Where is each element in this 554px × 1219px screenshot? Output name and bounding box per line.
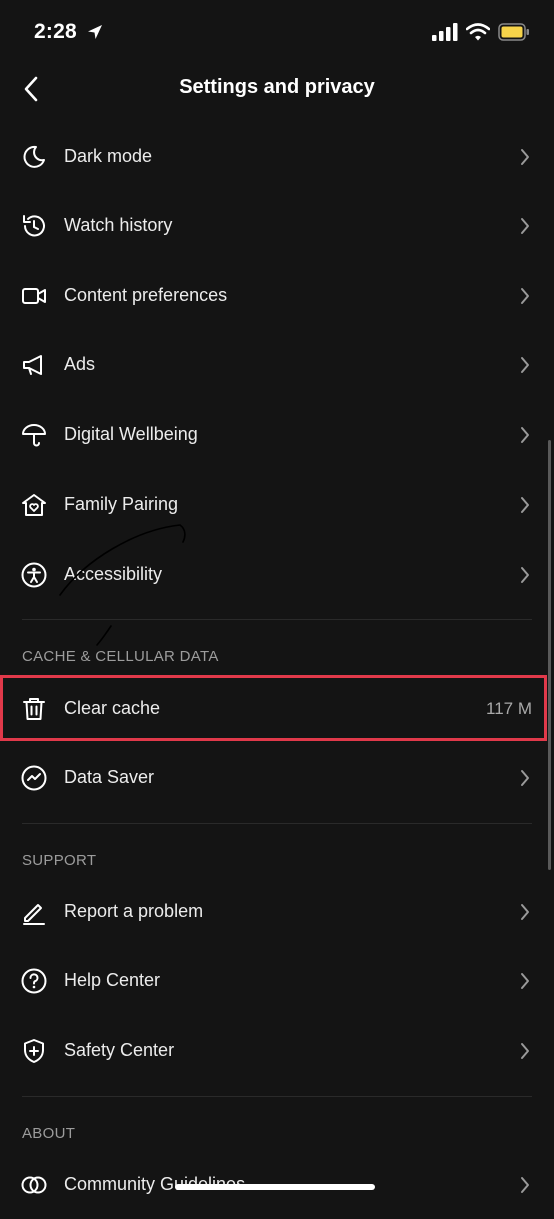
- row-data-saver[interactable]: Data Saver: [0, 743, 554, 812]
- chevron-right-icon: [520, 566, 530, 584]
- chevron-right-icon: [520, 972, 530, 990]
- status-icons: [432, 23, 530, 41]
- accessibility-icon: [21, 562, 47, 588]
- home-indicator[interactable]: [175, 1184, 375, 1190]
- chevron-right-icon: [520, 287, 530, 305]
- house-heart-icon: [21, 492, 47, 518]
- row-label: Ads: [64, 354, 96, 374]
- row-ads[interactable]: Ads: [0, 330, 554, 399]
- chevron-right-icon: [520, 903, 530, 921]
- chevron-right-icon: [520, 1176, 530, 1194]
- umbrella-icon: [21, 422, 47, 448]
- status-time: 2:28: [34, 20, 77, 43]
- chevron-right-icon: [520, 496, 530, 514]
- chevron-right-icon: [520, 356, 530, 374]
- moon-icon: [21, 144, 47, 170]
- row-label: Clear cache: [64, 698, 161, 718]
- scrollbar[interactable]: [548, 440, 551, 870]
- section-header-cache: CACHE & CELLULAR DATA: [22, 648, 219, 665]
- row-safety-center[interactable]: Safety Center: [0, 1016, 554, 1085]
- row-label: Accessibility: [64, 564, 163, 584]
- data-saver-icon: [21, 765, 47, 791]
- divider: [22, 823, 532, 824]
- divider: [22, 1096, 532, 1097]
- row-accessibility[interactable]: Accessibility: [0, 540, 554, 609]
- chevron-right-icon: [520, 769, 530, 787]
- chevron-right-icon: [520, 217, 530, 235]
- row-report-a-problem[interactable]: Report a problem: [0, 877, 554, 946]
- section-header-support: SUPPORT: [22, 852, 97, 869]
- history-icon: [21, 213, 47, 239]
- location-arrow-icon: [86, 23, 104, 41]
- chevron-right-icon: [520, 1042, 530, 1060]
- row-label: Content preferences: [64, 285, 228, 305]
- divider: [22, 619, 532, 620]
- row-content-preferences[interactable]: Content preferences: [0, 261, 554, 330]
- interlocking-rings-icon: [21, 1172, 47, 1198]
- row-label: Dark mode: [64, 146, 153, 166]
- row-label: Data Saver: [64, 767, 155, 787]
- status-bar: 2:28: [0, 0, 554, 60]
- row-watch-history[interactable]: Watch history: [0, 191, 554, 260]
- megaphone-icon: [21, 352, 47, 378]
- chevron-right-icon: [520, 148, 530, 166]
- row-help-center[interactable]: Help Center: [0, 946, 554, 1015]
- page-title: Settings and privacy: [179, 76, 375, 98]
- navigation-bar: Settings and privacy: [0, 60, 554, 116]
- row-label: Watch history: [64, 215, 173, 235]
- section-header-about: ABOUT: [22, 1125, 76, 1142]
- row-label: Family Pairing: [64, 494, 179, 514]
- row-label: Report a problem: [64, 901, 204, 921]
- battery-icon: [498, 23, 530, 41]
- row-dark-mode[interactable]: Dark mode: [0, 122, 554, 191]
- video-camera-icon: [21, 283, 47, 309]
- chevron-right-icon: [520, 426, 530, 444]
- cache-size-value: 117 M: [486, 699, 532, 718]
- shield-plus-icon: [21, 1038, 47, 1064]
- row-family-pairing[interactable]: Family Pairing: [0, 470, 554, 539]
- row-label: Digital Wellbeing: [64, 424, 198, 444]
- cellular-signal-icon: [432, 23, 458, 41]
- row-digital-wellbeing[interactable]: Digital Wellbeing: [0, 400, 554, 469]
- row-label: Help Center: [64, 970, 161, 990]
- question-circle-icon: [21, 968, 47, 994]
- row-clear-cache[interactable]: Clear cache 117 M: [0, 674, 554, 743]
- pencil-icon: [21, 899, 47, 925]
- wifi-icon: [466, 23, 490, 41]
- row-label: Safety Center: [64, 1040, 175, 1060]
- trash-icon: [21, 696, 47, 722]
